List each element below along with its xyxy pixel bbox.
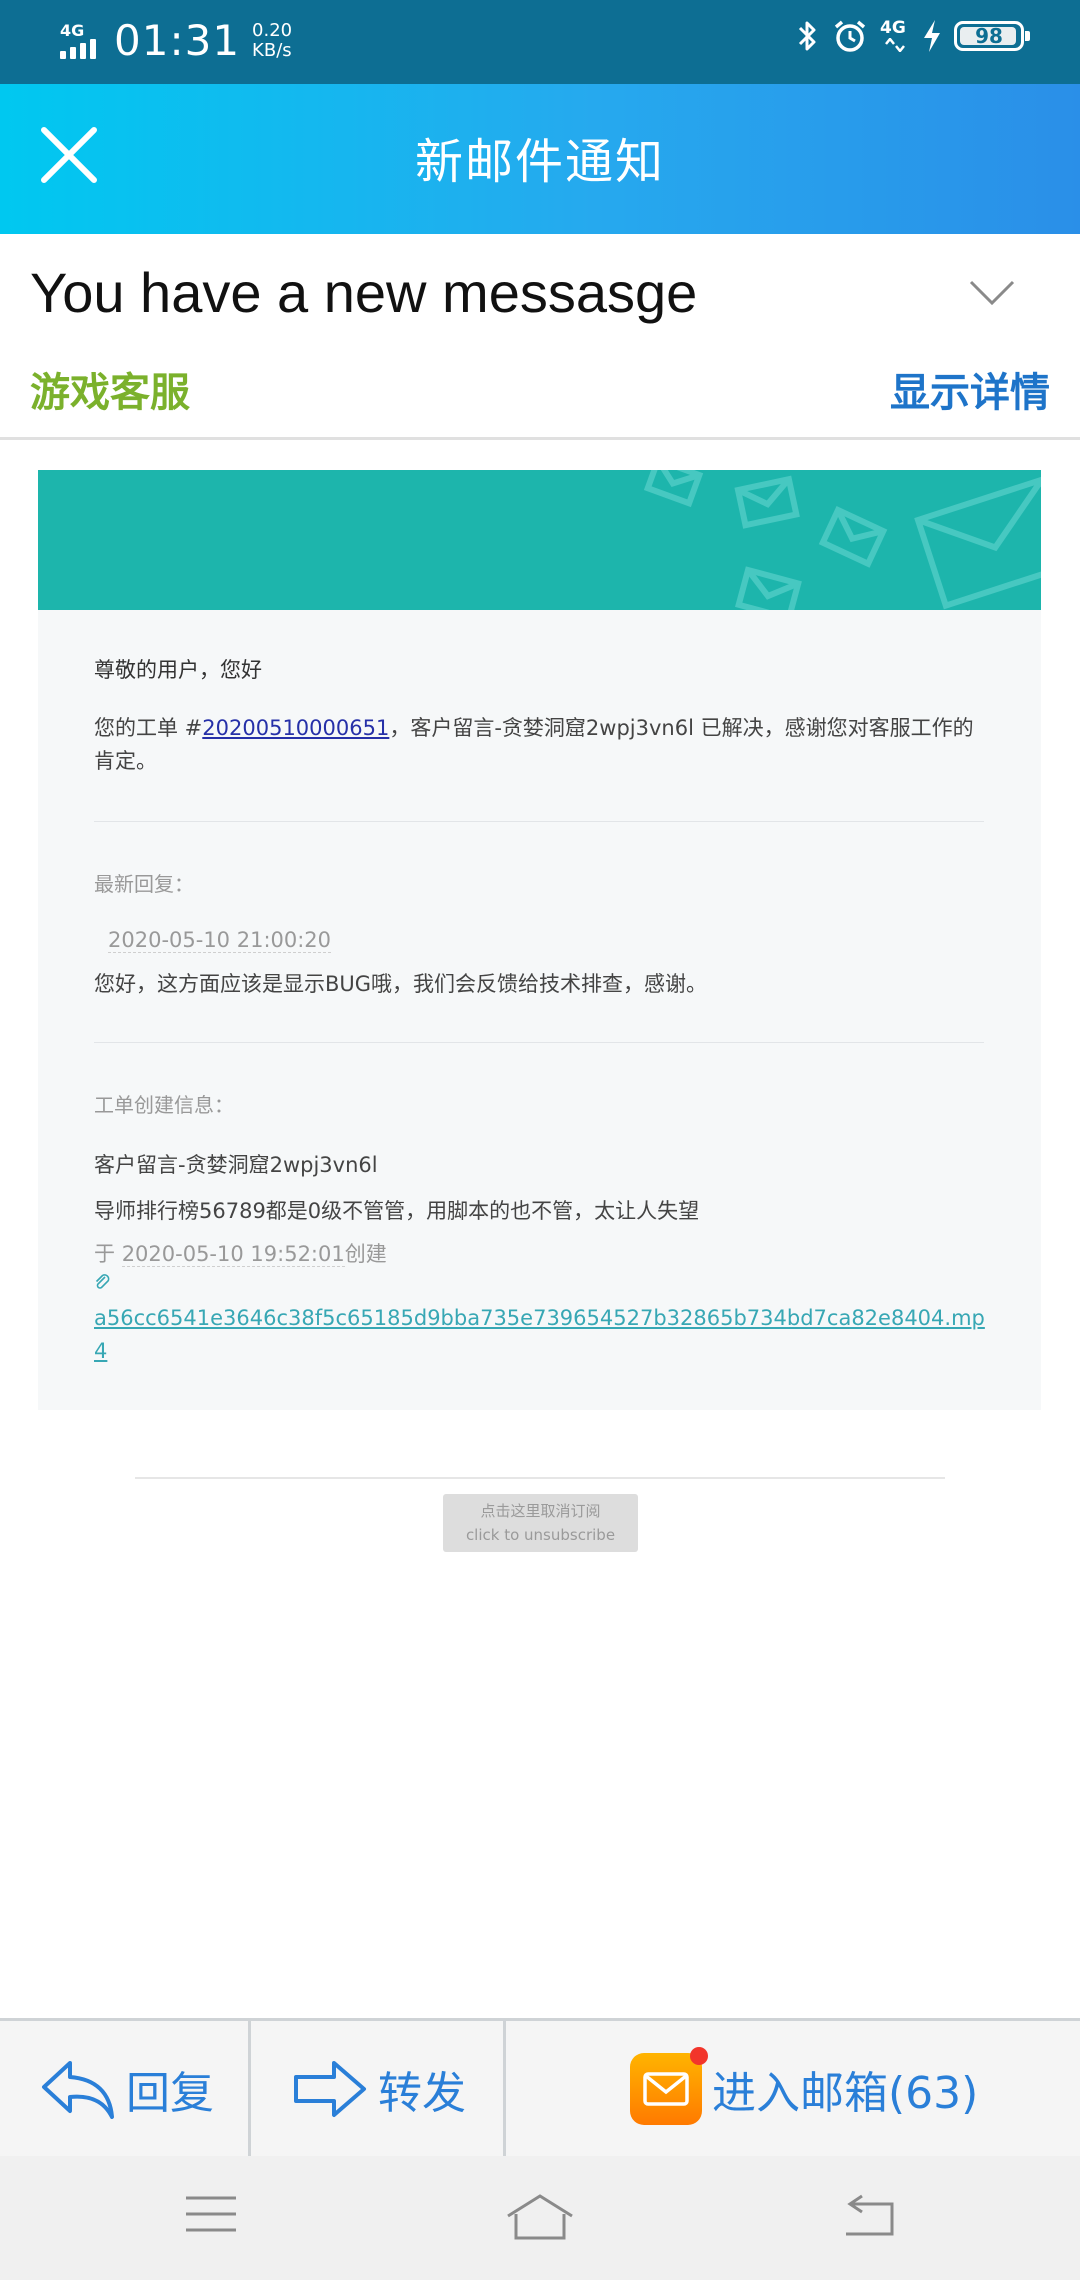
network-speed: 0.20 KB/s <box>252 19 293 61</box>
created-time: 于 2020-05-10 19:52:01创建 <box>94 1238 387 1268</box>
show-details-link[interactable]: 显示详情 <box>890 360 1050 418</box>
clock: 01:31 <box>114 16 241 65</box>
network-type-right: 4G <box>880 18 906 38</box>
mobile-data-icon: 4G <box>880 18 910 54</box>
separator <box>248 2021 251 2156</box>
reply-text: 您好，这方面应该是显示BUG哦，我们会反馈给技术排查，感谢。 <box>94 972 708 996</box>
message-header: You have a new messasge 游戏客服 显示详情 <box>0 234 1080 440</box>
latest-reply-label: 最新回复： <box>94 872 194 896</box>
reply-arrow-icon <box>42 2060 114 2119</box>
battery-level: 98 <box>975 24 1003 48</box>
open-mailbox-button[interactable]: 进入邮箱(63) <box>630 2021 978 2156</box>
created-prefix: 于 <box>94 1242 115 1266</box>
status-left: 4G 01:31 0.20 KB/s <box>58 16 292 65</box>
notification-dot <box>690 2046 708 2065</box>
signal-icon: 4G <box>58 21 104 61</box>
divider <box>94 1042 984 1043</box>
sender-name: 游戏客服 <box>30 370 190 416</box>
action-bar: 回复 转发 进入邮箱(63) <box>0 2018 1080 2156</box>
attachment-link[interactable]: a56cc6541e3646c38f5c65185d9bba735e739654… <box>94 1302 986 1368</box>
ticket-status-text: 您的工单 #20200510000651，客户留言-贪婪洞窟2wpj3vn6l … <box>94 712 984 778</box>
envelope-pattern-icon <box>643 470 1041 610</box>
speed-value: 0.20 <box>252 19 293 41</box>
app-header: 新邮件通知 <box>0 84 1080 234</box>
footer-divider <box>135 1477 945 1479</box>
bluetooth-icon <box>798 21 816 51</box>
greeting: 尊敬的用户，您好 <box>94 658 262 682</box>
forward-button[interactable]: 转发 <box>292 2021 466 2156</box>
reply-button[interactable]: 回复 <box>40 2021 214 2156</box>
reply-label: 回复 <box>126 2067 214 2119</box>
forward-arrow-icon <box>294 2060 366 2117</box>
home-icon[interactable] <box>504 2192 576 2242</box>
status-bar: 4G 01:31 0.20 KB/s 4G 98 <box>0 0 1080 84</box>
ticket-prefix: 您的工单 # <box>94 716 203 740</box>
creation-title: 客户留言-贪婪洞窟2wpj3vn6l <box>94 1153 378 1177</box>
mail-app-icon <box>630 2046 708 2125</box>
network-type: 4G <box>60 20 85 40</box>
chevron-down-icon[interactable] <box>968 278 1016 308</box>
created-suffix: 创建 <box>344 1242 387 1266</box>
creation-info-label: 工单创建信息： <box>94 1093 234 1117</box>
attachment-icon <box>95 1274 110 1289</box>
back-icon[interactable] <box>842 2192 896 2238</box>
unsubscribe-label-cn: 点击这里取消订阅 <box>480 1502 601 1520</box>
forward-label: 转发 <box>378 2067 466 2119</box>
created-datetime: 2020-05-10 19:52:01 <box>121 1242 345 1267</box>
unsubscribe-label-en: click to unsubscribe <box>465 1526 616 1544</box>
ticket-number-link[interactable]: 20200510000651 <box>202 716 389 740</box>
email-banner <box>38 470 1041 610</box>
email-body: 尊敬的用户，您好 您的工单 #20200510000651，客户留言-贪婪洞窟2… <box>38 610 1041 1410</box>
battery-icon: 98 <box>954 21 1030 51</box>
charging-icon <box>924 20 940 52</box>
unsubscribe-button[interactable]: 点击这里取消订阅 click to unsubscribe <box>443 1494 638 1552</box>
reply-timestamp: 2020-05-10 21:00:20 <box>108 928 332 953</box>
creation-text: 导师排行榜56789都是0级不管管，用脚本的也不管，太让人失望 <box>94 1199 700 1223</box>
page-title: 新邮件通知 <box>414 134 665 190</box>
system-nav-bar <box>0 2156 1080 2280</box>
status-right: 4G 98 <box>796 18 1030 54</box>
speed-unit: KB/s <box>252 39 292 61</box>
separator <box>503 2021 506 2156</box>
mailbox-label: 进入邮箱(63) <box>712 2067 979 2119</box>
menu-icon[interactable] <box>184 2192 238 2236</box>
message-subject: You have a new messasge <box>30 261 698 324</box>
alarm-icon <box>834 20 866 52</box>
divider <box>94 821 984 822</box>
